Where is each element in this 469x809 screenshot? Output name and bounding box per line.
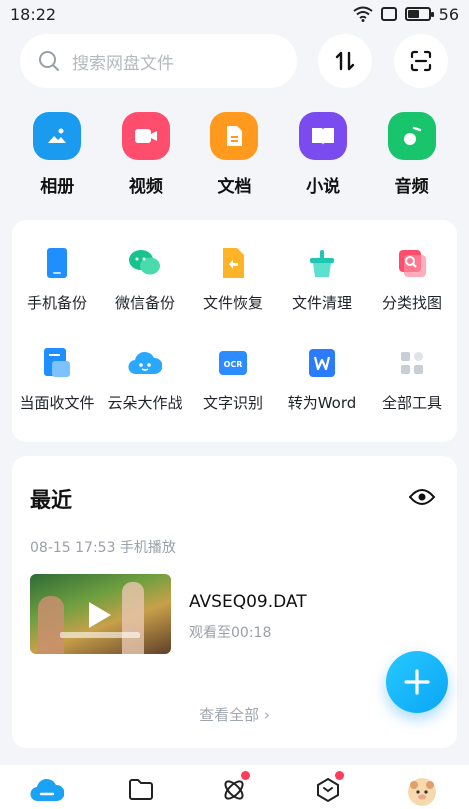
battery-icon xyxy=(404,7,434,21)
tool-label: 文件恢复 xyxy=(202,294,263,312)
ocr-badge-text: OCR xyxy=(224,360,243,369)
tool-wechat-backup[interactable]: 微信备份 xyxy=(100,246,190,313)
avatar-icon xyxy=(408,778,437,806)
nav-home[interactable] xyxy=(27,777,67,809)
notification-badge xyxy=(241,771,251,780)
sort-arrows-icon xyxy=(335,51,355,71)
tool-ocr[interactable]: OCR 文字识别 xyxy=(188,346,278,413)
status-time: 18:22 xyxy=(10,4,57,24)
phone-backup-icon xyxy=(40,246,74,280)
tool-label: 云朵大作战 xyxy=(107,394,183,412)
tool-label: 转为Word xyxy=(287,394,357,412)
add-button[interactable] xyxy=(386,651,448,713)
tool-word-convert[interactable]: 转为Word xyxy=(277,346,367,413)
word-convert-icon xyxy=(305,346,339,380)
category-audio[interactable]: 音频 xyxy=(377,112,447,197)
document-icon xyxy=(210,112,259,160)
category-label: 相册 xyxy=(40,177,75,197)
image-search-icon xyxy=(395,246,429,280)
hexagon-icon xyxy=(317,777,340,803)
ocr-icon: OCR xyxy=(216,346,250,380)
scan-icon xyxy=(410,50,432,72)
tools-card: 手机备份 微信备份 文件恢复 文件清理 分类找图 当面收文件 云朵大作战 OCR… xyxy=(12,220,457,442)
view-all-link[interactable]: 查看全部 › xyxy=(12,704,457,725)
tool-file-restore[interactable]: 文件恢复 xyxy=(188,246,278,313)
tool-label: 文件清理 xyxy=(291,294,352,312)
tool-label: 当面收文件 xyxy=(19,394,95,412)
file-restore-icon xyxy=(216,246,250,280)
watch-progress: 观看至00:18 xyxy=(189,625,272,641)
all-tools-icon xyxy=(395,346,429,380)
category-row: 相册 视频 文档 小说 音频 xyxy=(0,112,469,197)
category-photos[interactable]: 相册 xyxy=(22,112,92,197)
wechat-backup-icon xyxy=(128,246,162,280)
recent-title: 最近 xyxy=(30,488,72,512)
recent-meta: 08-15 17:53 手机播放 xyxy=(30,540,176,556)
video-thumbnail[interactable] xyxy=(30,574,171,654)
category-label: 文档 xyxy=(217,177,252,197)
video-icon xyxy=(121,112,170,160)
cloud-game-icon xyxy=(128,346,162,380)
category-label: 音频 xyxy=(394,177,429,197)
play-icon xyxy=(89,602,111,628)
tool-label: 文字识别 xyxy=(202,394,263,412)
cloud-home-icon xyxy=(30,778,64,802)
folder-icon xyxy=(128,779,153,800)
tool-image-search[interactable]: 分类找图 xyxy=(367,246,457,313)
orbit-icon xyxy=(224,780,245,800)
plus-icon xyxy=(404,669,430,695)
wifi-icon xyxy=(353,6,373,22)
tool-label: 分类找图 xyxy=(381,294,442,312)
tool-receive-file[interactable]: 当面收文件 xyxy=(12,346,102,413)
tool-file-clean[interactable]: 文件清理 xyxy=(277,246,367,313)
status-bar: 18:22 56 xyxy=(0,0,469,28)
screen-icon xyxy=(380,7,397,21)
search-bar[interactable]: 搜索网盘文件 xyxy=(20,34,297,88)
eye-icon[interactable] xyxy=(408,488,436,510)
search-icon xyxy=(39,51,59,71)
recent-card: 最近 08-15 17:53 手机播放 AVSEQ09.DAT 观看至00:18… xyxy=(12,456,457,748)
nav-apps[interactable] xyxy=(308,771,348,809)
book-icon xyxy=(299,112,348,160)
scan-button[interactable] xyxy=(394,34,448,88)
tool-cloud-game[interactable]: 云朵大作战 xyxy=(100,346,190,413)
file-name[interactable]: AVSEQ09.DAT xyxy=(189,592,307,612)
notification-badge xyxy=(335,771,345,780)
bottom-nav xyxy=(0,765,469,809)
tool-label: 微信备份 xyxy=(114,294,175,312)
category-documents[interactable]: 文档 xyxy=(199,112,269,197)
tool-phone-backup[interactable]: 手机备份 xyxy=(12,246,102,313)
tool-label: 手机备份 xyxy=(26,294,87,312)
category-label: 小说 xyxy=(306,177,341,197)
receive-file-icon xyxy=(40,346,74,380)
category-novels[interactable]: 小说 xyxy=(288,112,358,197)
sort-button[interactable] xyxy=(318,34,372,88)
battery-percent: 56 xyxy=(438,4,459,24)
nav-files[interactable] xyxy=(121,777,161,809)
music-icon xyxy=(387,112,436,160)
search-placeholder: 搜索网盘文件 xyxy=(72,53,174,74)
file-clean-icon xyxy=(305,246,339,280)
tool-all-tools[interactable]: 全部工具 xyxy=(367,346,457,413)
category-videos[interactable]: 视频 xyxy=(111,112,181,197)
photo-album-icon xyxy=(33,112,82,160)
nav-discover[interactable] xyxy=(214,771,254,809)
tool-label: 全部工具 xyxy=(381,394,442,412)
nav-profile[interactable] xyxy=(402,777,442,809)
category-label: 视频 xyxy=(128,177,163,197)
